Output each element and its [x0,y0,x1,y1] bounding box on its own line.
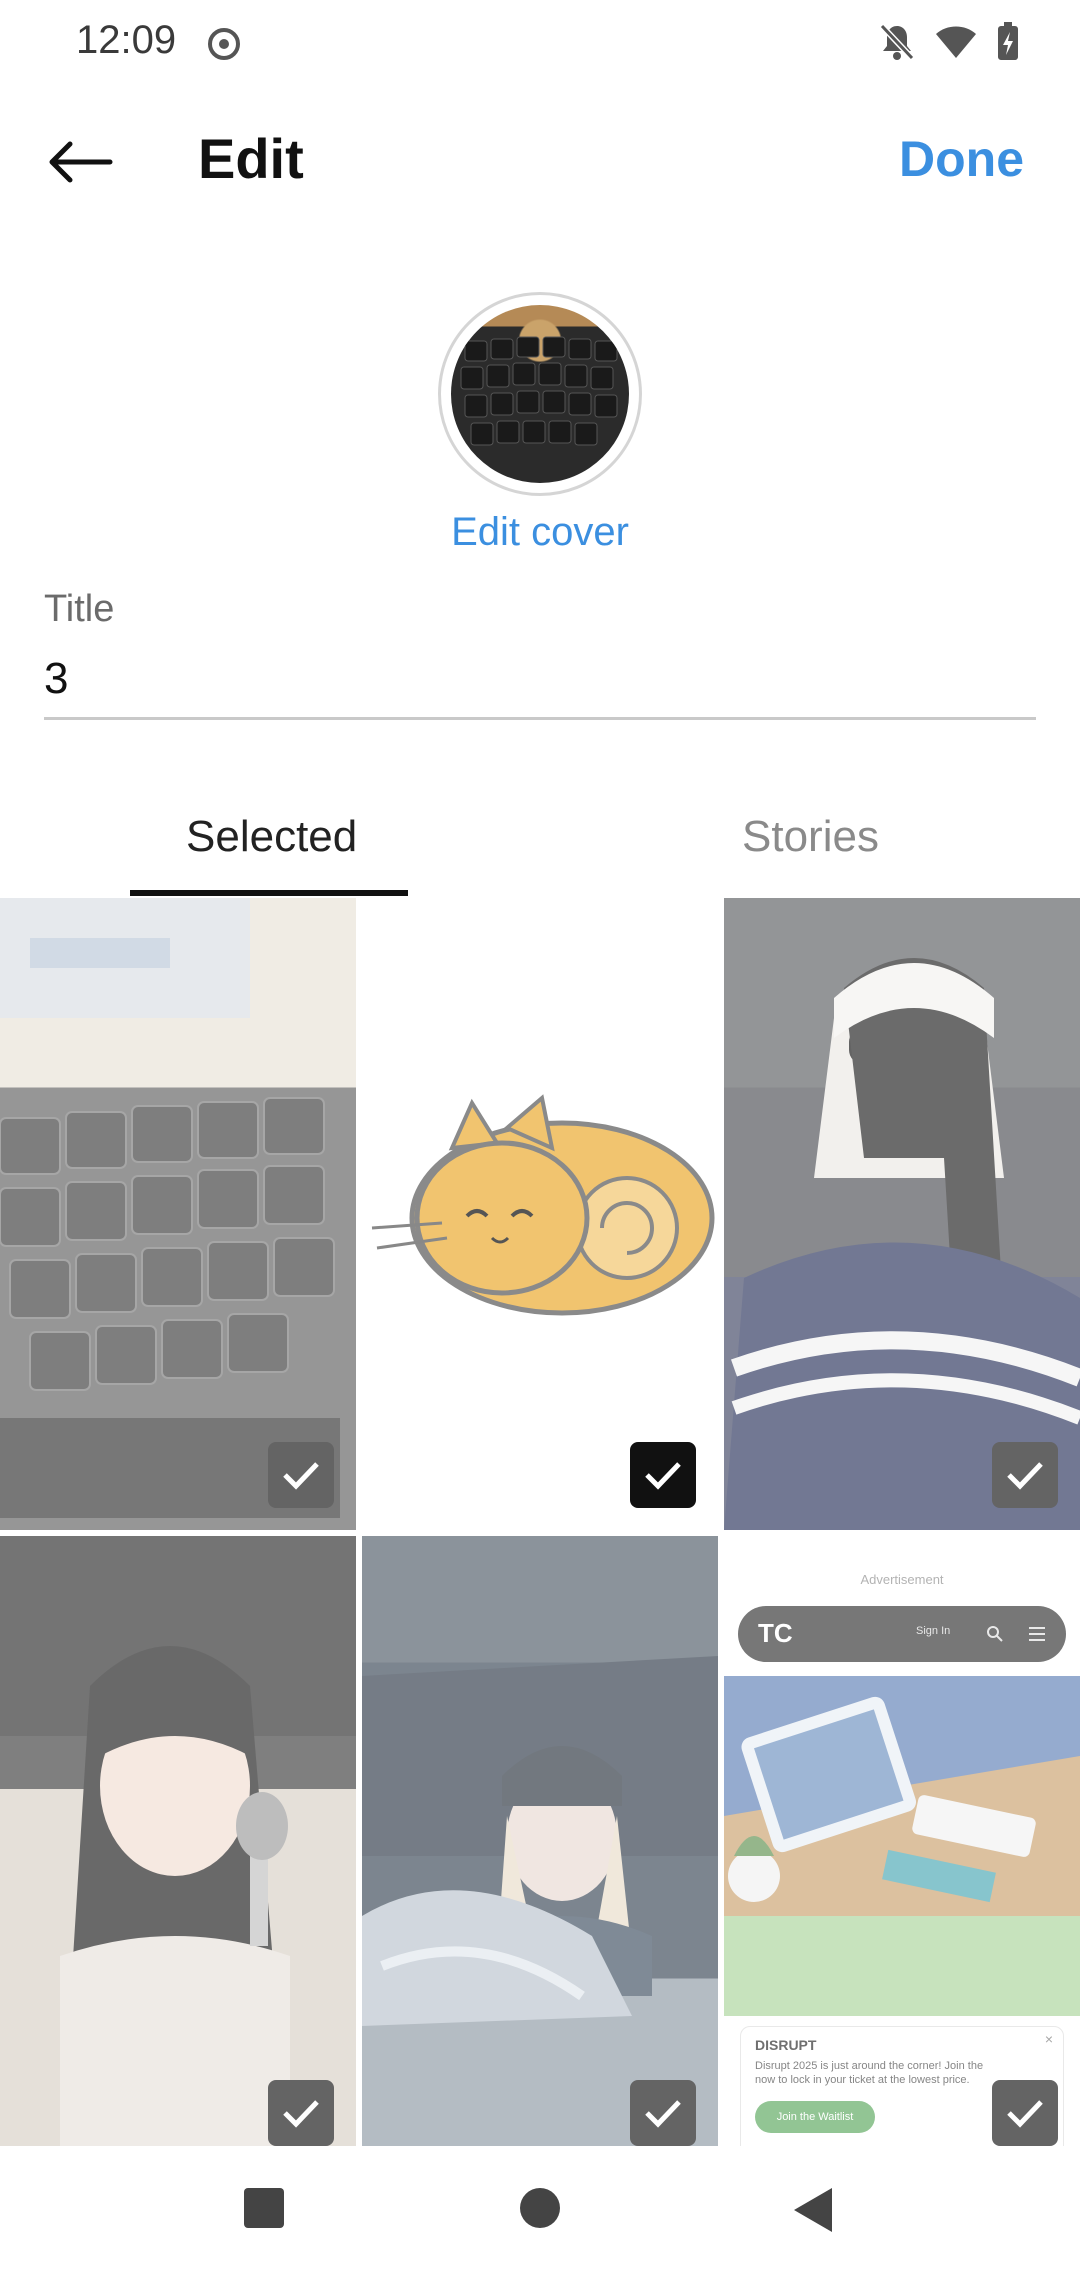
selected-checkbox[interactable] [630,1442,696,1508]
keyboard-photo [0,898,340,1518]
grid-item-keyboard[interactable] [0,898,356,1530]
cover-avatar[interactable] [438,292,642,496]
status-icons [878,22,1020,62]
system-back-button[interactable] [794,2188,832,2232]
back-button[interactable] [40,122,120,202]
battery-charging-icon [998,22,1018,60]
tab-stories[interactable]: Stories [742,812,879,862]
checkmark-icon [283,1462,319,1490]
selected-checkbox[interactable] [268,1442,334,1508]
arrow-left-icon [49,141,113,183]
status-bar: 12:09 [0,0,1080,88]
car-selfie-photo [362,1656,718,2026]
edit-cover-link[interactable]: Edit cover [0,510,1080,555]
tab-bar: Selected Stories [0,780,1080,898]
selfie-photo [0,1536,356,2146]
grid-item-cat-sticker[interactable] [362,898,718,1530]
promo-text: Disrupt 2025 is just around the corner! … [755,2060,984,2086]
checkmark-icon [283,2100,319,2128]
promo-title: DISRUPT [755,2037,817,2053]
checkmark-icon [1007,2100,1043,2128]
home-button[interactable] [520,2188,560,2228]
wifi-icon [936,26,976,58]
site-header: TC Sign In [738,1606,1066,1662]
cover-image [451,305,629,483]
system-nav-bar [0,2146,1080,2280]
page-title: Edit [198,127,304,190]
desk-photo [724,1676,1080,1916]
bell-off-icon [879,23,915,61]
checkmark-icon [645,2100,681,2128]
done-button[interactable]: Done [899,130,1024,188]
title-label: Title [44,588,115,630]
ad-label: Advertisement [860,1572,944,1587]
sign-in-link: Sign In [916,1625,951,1637]
search-icon [987,1626,1003,1642]
share-bar [724,1916,1080,2016]
media-grid: Advertisement TC Sign In DISRUPT Disrupt… [0,898,1080,2146]
site-logo: TC [758,1618,793,1648]
title-input[interactable] [44,640,1036,720]
menu-icon [1029,1627,1045,1641]
checkmark-icon [645,1462,681,1490]
close-icon: × [1044,2031,1053,2047]
grid-item-headscarf-portrait[interactable] [724,898,1080,1530]
screen-record-icon [208,28,240,60]
checkmark-icon [1007,1462,1043,1490]
app-header: Edit Done [0,100,1080,220]
grid-item-article-screenshot[interactable]: Advertisement TC Sign In DISRUPT Disrupt… [724,1536,1080,2146]
tab-selected[interactable]: Selected [186,812,357,862]
selected-checkbox[interactable] [268,2080,334,2146]
cat-sticker-image [371,1094,715,1316]
promo-button: Join the Waitlist [755,2101,875,2133]
keyboard-image [460,336,618,446]
tab-indicator [130,890,408,896]
grid-item-car-selfie[interactable] [362,1536,718,2146]
grid-item-selfie-brush[interactable] [0,1536,356,2146]
status-time: 12:09 [76,18,177,62]
selected-checkbox[interactable] [630,2080,696,2146]
selected-checkbox[interactable] [992,2080,1058,2146]
recents-button[interactable] [244,2188,284,2228]
portrait-photo [724,958,1080,1530]
selected-checkbox[interactable] [992,1442,1058,1508]
